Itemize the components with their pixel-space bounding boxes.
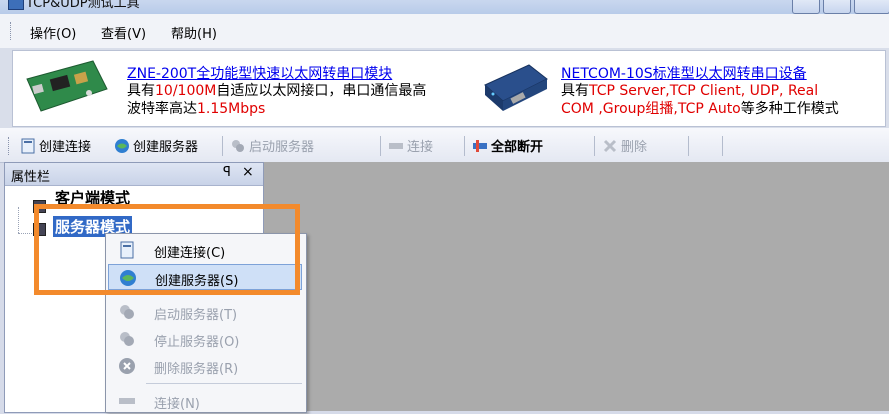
delete-button[interactable]: 删除 [602,136,647,155]
ad-text-netcom-line2-b: TCP Server,TCP Client, UDP, Real [589,83,819,99]
create-connection-icon [21,138,35,153]
ad-text-netcom-line3: COM ,Group组播,TCP Auto等多种工作模式 [561,100,839,118]
start-server-icon [120,305,134,319]
connect-label: 连接 [407,140,434,155]
ctx-delete-server[interactable]: 删除服务器(R) [108,353,302,379]
ad-text-zne-line3-a: 波特率高达 [127,101,197,117]
ctx-stop-server-label: 停止服务器(O) [154,335,240,350]
ad-text-netcom-line3-b: 等多种工作模式 [740,101,839,117]
connect-button[interactable]: 连接 [388,136,433,155]
app-icon [8,0,24,10]
ad-text-zne-line2-c: 自适应以太网接口，串口通信最高 [216,83,427,99]
ad-panel: ZNE-200T全功能型快速以太网转串口模块 具有10/100M自适应以太网接口… [12,50,886,127]
toolbar-separator [688,136,689,156]
toolbar-separator [594,136,595,156]
panel-close-icon[interactable]: × [242,164,254,180]
create-connection-button[interactable]: 创建连接 [20,136,91,155]
tree-node-client-mode[interactable]: 客户端模式 [55,187,130,205]
ad-text-zne-line2: 具有10/100M自适应以太网接口，串口通信最高 [127,82,426,100]
ctx-stop-server[interactable]: 停止服务器(O) [108,326,302,352]
ad-text-zne-line2-a: 具有 [127,83,155,99]
circuit-board-image[interactable] [23,59,109,113]
ctx-connect[interactable]: 连接(N) [108,388,302,414]
toolbar: 创建连接 创建服务器 启动服务器 连接 全部断开 删除 ▾ [0,128,889,285]
title-bar: TCP&UDP测试工具 [0,0,889,14]
connect-icon [389,142,403,149]
toolbar-grip [8,137,11,155]
menu-bar: 操作(O) 查看(V) 帮助(H) [0,14,889,49]
disconnect-all-label: 全部断开 [491,140,544,155]
menu-grip [10,22,13,40]
ad-text-zne-line3: 波特率高达1.15Mbps [127,100,265,118]
create-connection-label: 创建连接 [39,140,92,155]
serial-device-image[interactable] [479,57,551,115]
delete-label: 删除 [621,140,648,155]
connect-icon [119,398,135,404]
toolbar-separator [380,136,381,156]
ad-text-zne-line2-b: 10/100M [155,83,217,99]
ctx-start-server[interactable]: 启动服务器(T) [108,299,302,325]
tree-line [18,207,20,233]
ctx-delete-server-label: 删除服务器(R) [154,362,239,377]
create-server-label: 创建服务器 [133,140,199,155]
stop-server-icon [120,332,134,346]
window-title: TCP&UDP测试工具 [26,0,140,11]
ad-text-netcom-line3-a: COM ,Group组播,TCP Auto [561,101,741,117]
menu-view[interactable]: 查看(V) [101,23,146,42]
annotation-highlight-box [34,204,300,295]
ad-link-netcom10s[interactable]: NETCOM-10S标准型以太网转串口设备 [561,63,807,83]
close-window-button[interactable] [854,0,889,14]
ad-text-netcom-line2-a: 具有 [561,83,589,99]
start-server-label: 启动服务器 [249,140,315,155]
ad-banner: ZNE-200T全功能型快速以太网转串口模块 具有10/100M自适应以太网接口… [0,48,889,128]
minimize-button[interactable] [792,0,820,14]
ad-text-netcom-line2: 具有TCP Server,TCP Client, UDP, Real [561,82,818,100]
delete-icon [603,139,617,152]
main-workspace [264,162,889,411]
start-server-button[interactable]: 启动服务器 [230,136,314,155]
create-server-icon [115,138,129,153]
ad-link-zne200t[interactable]: ZNE-200T全功能型快速以太网转串口模块 [127,63,392,83]
delete-server-icon [119,358,135,374]
ad-text-zne-line3-b: 1.15Mbps [197,101,266,117]
menu-help[interactable]: 帮助(H) [171,23,217,42]
pin-icon[interactable]: ꟼ [223,165,231,180]
menu-operate[interactable]: 操作(O) [30,23,76,42]
disconnect-all-button[interactable]: 全部断开 [472,136,543,155]
property-panel-header: 属性栏 ꟼ × [5,163,263,186]
start-server-icon [232,139,244,152]
create-server-button[interactable]: 创建服务器 [114,136,198,155]
ctx-start-server-label: 启动服务器(T) [154,308,238,323]
toolbar-separator [722,136,723,156]
property-panel-title: 属性栏 [11,170,51,185]
toolbar-separator [222,136,223,156]
ctx-separator [146,383,302,384]
toolbar-separator [464,136,465,156]
maximize-button[interactable] [823,0,851,14]
disconnect-all-icon [473,139,487,152]
ctx-connect-label: 连接(N) [154,397,200,412]
